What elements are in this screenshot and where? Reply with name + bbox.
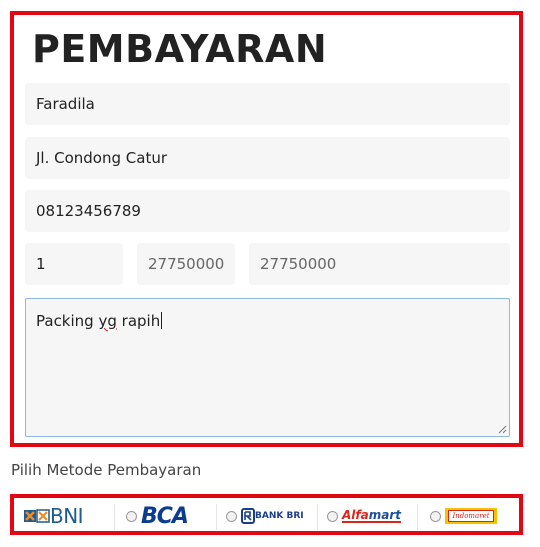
payment-methods-bar: BNI BCA BANK BRI Alfamart Indomaret: [10, 494, 523, 535]
divider: [114, 504, 115, 530]
alfamart-logo: Alfamart: [342, 509, 401, 523]
divider: [216, 504, 217, 530]
total-field-value: 27750000: [260, 255, 337, 273]
total-field[interactable]: 27750000: [249, 243, 510, 285]
resize-handle-icon[interactable]: [498, 425, 507, 434]
bca-logo: BCA: [141, 503, 189, 529]
address-field[interactable]: Jl. Condong Catur: [25, 137, 510, 179]
phone-field[interactable]: 08123456789: [25, 190, 510, 232]
notes-text-tail: rapih: [121, 312, 161, 330]
name-field[interactable]: Faradila: [25, 83, 510, 125]
name-field-value: Faradila: [36, 95, 95, 113]
indomaret-logo: Indomaret: [445, 508, 497, 524]
payment-form-highlight: PEMBAYARAN Faradila Jl. Condong Catur 08…: [10, 11, 523, 447]
quantity-field[interactable]: 1: [25, 243, 123, 285]
address-field-value: Jl. Condong Catur: [36, 149, 168, 167]
text-caret: [161, 312, 163, 329]
notes-textarea[interactable]: Packing yg rapih: [25, 298, 510, 437]
payment-option-bni[interactable]: BNI: [24, 502, 84, 530]
bri-emblem-icon: [241, 508, 255, 524]
payment-option-indomaret[interactable]: Indomaret: [430, 502, 497, 530]
indomaret-logo-text: Indomaret: [448, 510, 494, 522]
payment-method-label: Pilih Metode Pembayaran: [11, 461, 202, 479]
page-title: PEMBAYARAN: [32, 27, 328, 71]
notes-text: Packing: [36, 312, 94, 330]
divider: [417, 504, 418, 530]
payment-option-bri[interactable]: BANK BRI: [226, 502, 304, 530]
divider: [317, 504, 318, 530]
bca-radio[interactable]: [126, 510, 137, 522]
alfamart-logo-alfa: Alfa: [342, 508, 369, 522]
payment-option-bca[interactable]: BCA: [126, 502, 189, 530]
bni-logo: BNI: [50, 504, 84, 528]
payment-option-alfamart[interactable]: Alfamart: [327, 502, 401, 530]
bri-logo: BANK BRI: [255, 511, 304, 521]
alfamart-radio[interactable]: [327, 510, 338, 522]
price-field-value: 27750000: [148, 255, 225, 273]
price-field[interactable]: 27750000: [137, 243, 235, 285]
alfamart-logo-mart: mart: [368, 508, 401, 522]
indomaret-radio[interactable]: [430, 510, 441, 522]
bni-emblem-icon: [24, 509, 50, 523]
notes-misspelled-word: yg: [98, 312, 117, 330]
phone-field-value: 08123456789: [36, 202, 141, 220]
bri-radio[interactable]: [226, 510, 237, 522]
quantity-field-value: 1: [36, 255, 46, 273]
